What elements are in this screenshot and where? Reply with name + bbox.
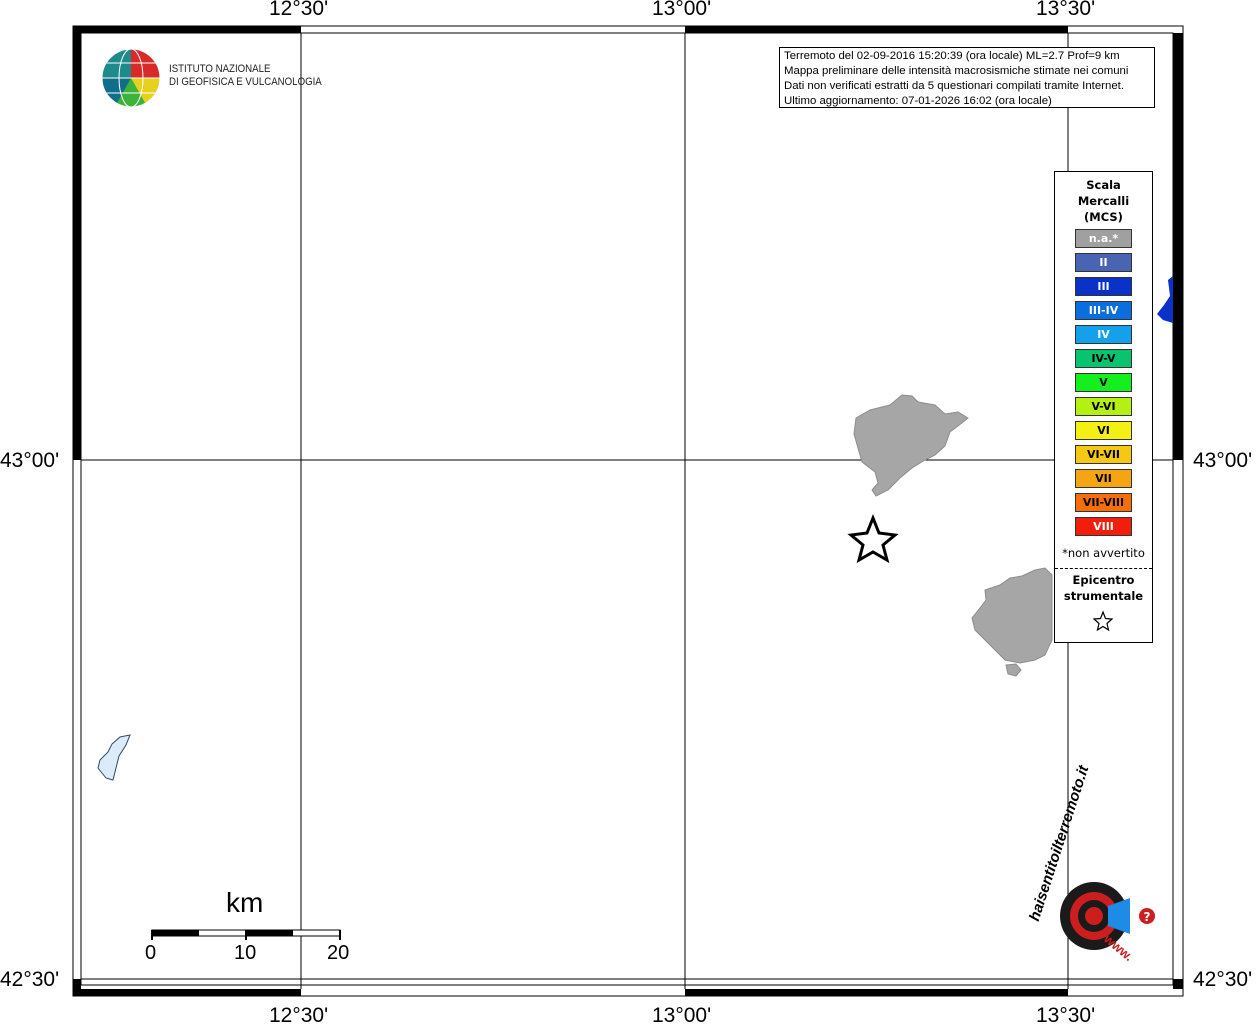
legend-title-line3: (MCS) bbox=[1084, 210, 1123, 224]
legend-item-5: IV-V bbox=[1075, 349, 1132, 368]
lon-label-top-1230: 12°30' bbox=[269, 0, 329, 20]
haisentito-brand-url: www. bbox=[1101, 930, 1137, 965]
scale-bar-tick-10: 10 bbox=[234, 942, 257, 964]
info-line-updated: Ultimo aggiornamento: 07-01-2026 16:02 (… bbox=[784, 95, 1052, 107]
legend-note: *non avvertito bbox=[1062, 546, 1145, 560]
lon-label-top-1300: 13°00' bbox=[652, 0, 712, 20]
lat-label-right-4300: 43°00' bbox=[1193, 449, 1253, 472]
ingv-logo-text: ISTITUTO NAZIONALE DI GEOFISICA E VULCAN… bbox=[169, 63, 322, 89]
legend: Scala Mercalli (MCS) n.a.* II III III-IV IV I… bbox=[1054, 171, 1153, 643]
frame-bar-top-2 bbox=[685, 26, 1068, 33]
ingv-logo-line2: DI GEOFISICA E VULCANOLOGIA bbox=[169, 76, 322, 88]
frame-bar-left-1 bbox=[73, 26, 81, 460]
legend-title-line1: Scala bbox=[1086, 178, 1121, 192]
frame-bar-left-2 bbox=[73, 979, 81, 989]
frame-bar-bottom-2 bbox=[685, 989, 1068, 996]
legend-epicenter-line1: Epicentro bbox=[1072, 573, 1135, 587]
map-frame bbox=[80, 32, 1174, 986]
legend-separator bbox=[1055, 568, 1152, 569]
lon-label-bottom-1300: 13°00' bbox=[652, 1004, 712, 1027]
frame-bar-right-1 bbox=[1173, 33, 1183, 460]
legend-item-1: II bbox=[1075, 253, 1132, 272]
legend-item-8: VI bbox=[1075, 421, 1132, 440]
info-line-event: Terremoto del 02-09-2016 15:20:39 (ora l… bbox=[784, 50, 1120, 62]
legend-item-0: n.a.* bbox=[1075, 229, 1132, 248]
lat-label-left-4230: 42°30' bbox=[0, 968, 60, 991]
legend-item-6: V bbox=[1075, 373, 1132, 392]
legend-item-11: VII-VIII bbox=[1075, 493, 1132, 512]
lon-label-bottom-1230: 12°30' bbox=[269, 1004, 329, 1027]
legend-item-2: III bbox=[1075, 277, 1132, 296]
frame-bar-bottom-1 bbox=[73, 989, 301, 996]
legend-title: Scala Mercalli (MCS) bbox=[1055, 177, 1152, 225]
info-line-description: Mappa preliminare delle intensità macros… bbox=[784, 65, 1129, 77]
legend-item-7: V-VI bbox=[1075, 397, 1132, 416]
legend-item-4: IV bbox=[1075, 325, 1132, 344]
lon-label-top-1330: 13°30' bbox=[1036, 0, 1096, 20]
legend-item-10: VII bbox=[1075, 469, 1132, 488]
haisentito-logo-text: haisentitoilterremoto.it www. bbox=[1026, 763, 1162, 990]
scale-bar-tick-0: 0 bbox=[145, 942, 157, 964]
frame-bar-right-2 bbox=[1173, 979, 1183, 989]
info-box: Terremoto del 02-09-2016 15:20:39 (ora l… bbox=[779, 47, 1155, 108]
lat-label-right-4230: 42°30' bbox=[1193, 968, 1253, 991]
legend-epicenter-line2: strumentale bbox=[1063, 589, 1144, 603]
lat-label-left-4300: 43°00' bbox=[0, 449, 60, 472]
legend-title-line2: Mercalli bbox=[1077, 194, 1130, 208]
legend-epicenter-label: Epicentro strumentale bbox=[1055, 572, 1152, 604]
legend-item-9: VI-VII bbox=[1075, 445, 1132, 464]
info-line-source: Dati non verificati estratti da 5 questi… bbox=[784, 80, 1124, 92]
ingv-logo-line1: ISTITUTO NAZIONALE bbox=[169, 63, 271, 75]
legend-star-icon bbox=[1092, 610, 1114, 632]
scale-bar-tick-20: 20 bbox=[327, 942, 350, 964]
lon-label-bottom-1330: 13°30' bbox=[1036, 1004, 1096, 1027]
legend-item-12: VIII bbox=[1075, 517, 1132, 536]
legend-item-3: III-IV bbox=[1075, 301, 1132, 320]
frame-bar-top-1 bbox=[73, 26, 301, 33]
ingv-logo-icon bbox=[101, 48, 161, 108]
scale-bar-unit: km bbox=[226, 887, 264, 918]
